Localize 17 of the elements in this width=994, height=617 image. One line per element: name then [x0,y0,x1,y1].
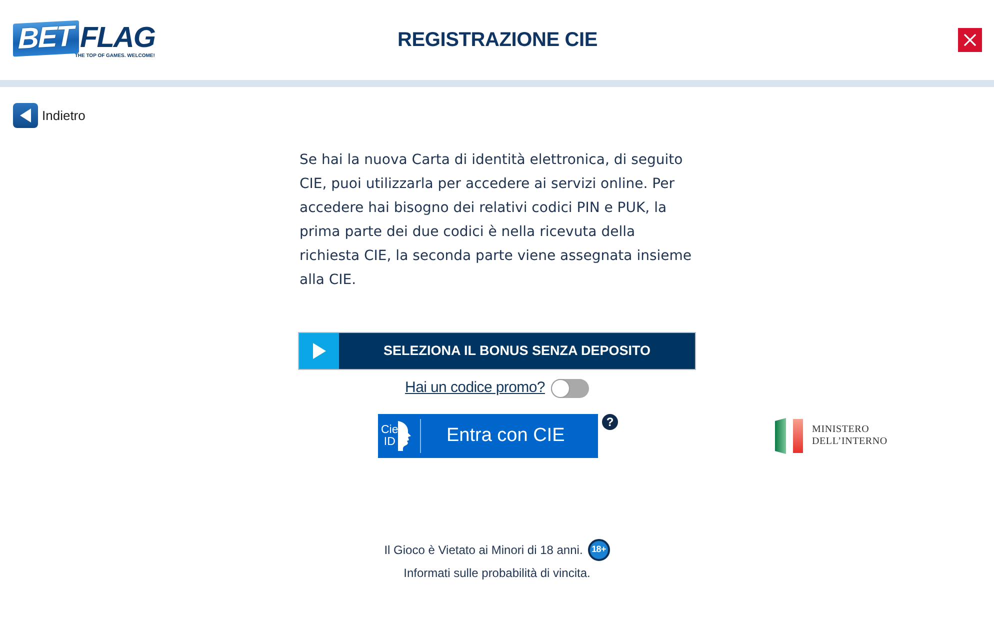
back-link[interactable]: Indietro [13,103,86,128]
promo-code-link[interactable]: Hai un codice promo? [405,376,545,400]
promo-toggle[interactable] [550,378,589,398]
close-button[interactable] [958,28,982,52]
cie-login-button[interactable]: Cie ID Entra con CIE [378,414,598,458]
bonus-button[interactable]: SELEZIONA IL BONUS SENZA DEPOSITO [298,332,696,370]
age-badge: 18+ [588,539,610,561]
age-notice: Il Gioco è Vietato ai Minori di 18 anni. [384,542,583,559]
ministry-name: MINISTERO DELL’INTERNO [812,424,888,448]
odds-info-link[interactable]: Informati sulle probabilità di vincita. [404,564,590,582]
flag-emblem-icon [775,418,803,454]
close-icon [964,34,976,46]
page-title: REGISTRAZIONE CIE [398,28,598,52]
intro-text: Se hai la nuova Carta di identità elettronica, di seguito CIE, puoi utilizzarla per accedere ai servizi online. Per accedere hai bisogno dei relativi codici PIN e PUK, la prima parte dei due codici è nella ricevuta della richiesta CIE, la seconda parte viene assegnata insieme alla CIE. [300,151,693,290]
play-icon [299,333,339,369]
help-icon[interactable]: ? [602,414,618,430]
cie-id-logo: Cie ID [379,419,422,453]
